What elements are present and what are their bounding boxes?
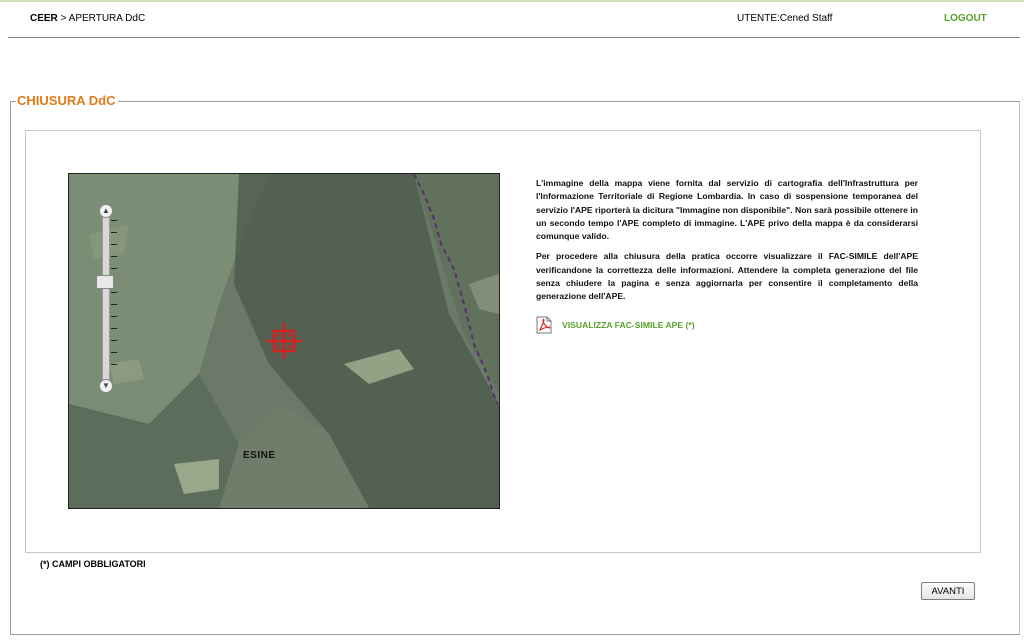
breadcrumb-separator: > (60, 13, 67, 24)
breadcrumb-root[interactable]: CEER (30, 13, 58, 24)
zoom-in-icon[interactable]: ▲ (99, 204, 113, 218)
logout-link[interactable]: LOGOUT (944, 13, 987, 24)
header-bar: CEER > APERTURA DdC UTENTE:Cened Staff L… (8, 2, 1020, 38)
zoom-slider-track[interactable] (102, 210, 110, 388)
zoom-tick (111, 256, 117, 257)
zoom-tick (111, 316, 117, 317)
zoom-tick (111, 364, 117, 365)
section-title: CHIUSURA DdC (16, 93, 119, 108)
zoom-out-icon[interactable]: ▼ (99, 379, 113, 393)
zoom-tick (111, 244, 117, 245)
pdf-icon (536, 316, 552, 334)
required-fields-note: (*) CAMPI OBBLIGATORI (40, 559, 146, 569)
map-place-label: ESINE (243, 450, 276, 461)
zoom-tick (111, 220, 117, 221)
next-button[interactable]: AVANTI (921, 582, 975, 600)
info-paragraph-map: L'immagine della mappa viene fornita dal… (536, 178, 918, 242)
zoom-tick (111, 352, 117, 353)
map-view[interactable]: ▲ ▼ ESINE (68, 173, 500, 509)
target-marker-icon (266, 323, 302, 359)
zoom-slider-handle[interactable] (96, 275, 114, 289)
view-facsimile-label[interactable]: VISUALIZZA FAC-SIMILE APE (*) (562, 320, 695, 330)
zoom-tick (111, 268, 117, 269)
zoom-tick (111, 232, 117, 233)
user-label: UTENTE:Cened Staff (737, 13, 833, 24)
zoom-tick (111, 304, 117, 305)
info-paragraph-procedure: Per procedere alla chiusura della pratic… (536, 251, 918, 302)
view-facsimile-link[interactable]: VISUALIZZA FAC-SIMILE APE (*) (536, 315, 695, 335)
breadcrumb: CEER > APERTURA DdC (30, 13, 145, 24)
breadcrumb-current: APERTURA DdC (68, 13, 146, 24)
zoom-tick (111, 292, 117, 293)
info-text: L'immagine della mappa viene fornita dal… (536, 177, 918, 311)
zoom-tick (111, 328, 117, 329)
zoom-tick (111, 340, 117, 341)
